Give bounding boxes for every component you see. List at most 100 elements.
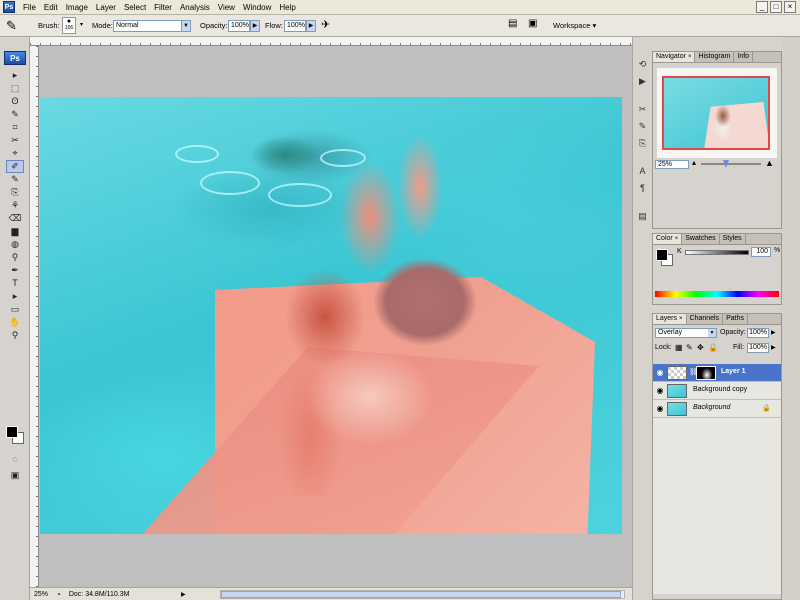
layer-mask-thumbnail[interactable] [696, 366, 716, 380]
menu-window[interactable]: Window [239, 0, 275, 15]
brush-tool-icon[interactable]: ✎ [6, 18, 22, 34]
layer-row-layer-1[interactable]: ◉ ⛓ Layer 1 [653, 364, 781, 382]
tab-layers[interactable]: Layers × [653, 314, 687, 324]
go-to-bridge-icon[interactable]: ▣ [528, 18, 537, 29]
menu-analysis[interactable]: Analysis [176, 0, 214, 15]
navigator-preview[interactable] [657, 68, 777, 158]
opacity-slider-arrow[interactable]: ▶ [250, 20, 260, 32]
tab-histogram[interactable]: Histogram [695, 52, 735, 62]
crop-tool-icon[interactable]: ⌗ [6, 121, 24, 134]
art-history-tool-icon[interactable]: ⚘ [6, 199, 24, 212]
zoom-in-icon[interactable]: ▲ [765, 158, 774, 168]
healing-tool-icon[interactable]: ⌖ [6, 147, 24, 160]
menu-view[interactable]: View [214, 0, 239, 15]
navigator-zoom-slider[interactable] [701, 163, 761, 165]
close-icon[interactable]: × [679, 316, 683, 322]
lock-transparency-icon[interactable]: ▦ [675, 343, 683, 352]
tab-color[interactable]: Color × [653, 234, 683, 244]
layer-name[interactable]: Background [693, 404, 730, 411]
menu-help[interactable]: Help [275, 0, 299, 15]
pen-tool-icon[interactable]: ✒ [6, 264, 24, 277]
image-canvas[interactable] [40, 97, 622, 534]
move-tool-icon[interactable]: ▸ [6, 69, 24, 82]
layer-comps-icon[interactable]: ▤ [636, 209, 650, 223]
type-tool-icon[interactable]: T [6, 277, 24, 290]
clone-source-icon[interactable]: ⎘ [636, 136, 650, 150]
dodge-tool-icon[interactable]: ⚲ [6, 251, 24, 264]
visibility-eye-icon[interactable]: ◉ [655, 368, 665, 378]
close-button[interactable]: × [784, 1, 796, 13]
ruler-vertical[interactable] [30, 46, 39, 587]
foreground-color-swatch[interactable] [6, 426, 18, 438]
marquee-tool-icon[interactable]: ⬚ [6, 82, 24, 95]
horizontal-scrollbar[interactable] [220, 590, 625, 599]
lock-pixels-icon[interactable]: ✎ [686, 343, 693, 352]
shape-tool-icon[interactable]: ▭ [6, 303, 24, 316]
slice-tool-icon[interactable]: ✂ [6, 134, 24, 147]
blur-tool-icon[interactable]: ◍ [6, 238, 24, 251]
color-foreground-swatch[interactable] [656, 249, 668, 261]
flow-field[interactable]: 100% [284, 20, 306, 32]
color-spectrum-ramp[interactable] [655, 291, 779, 297]
flow-slider-arrow[interactable]: ▶ [306, 20, 316, 32]
menu-layer[interactable]: Layer [92, 0, 120, 15]
opacity-field[interactable]: 100% [228, 20, 250, 32]
quick-mask-icon[interactable]: ◌ [6, 453, 24, 466]
brush-preset-picker[interactable]: ● 106 [62, 17, 76, 34]
history-brush-tool-icon[interactable]: ⎘ [6, 186, 24, 199]
menu-filter[interactable]: Filter [150, 0, 176, 15]
brush-tool-icon[interactable]: ✐ [6, 160, 24, 173]
layer-thumbnail[interactable] [667, 384, 687, 398]
layer-row-background[interactable]: ◉ Background 🔒 [653, 400, 781, 418]
navigator-zoom-field[interactable]: 25% [655, 160, 689, 169]
history-panel-icon[interactable]: ⟲ [636, 57, 650, 71]
quick-select-tool-icon[interactable]: ✎ [6, 108, 24, 121]
tab-swatches[interactable]: Swatches [682, 234, 720, 244]
close-icon[interactable]: × [688, 54, 692, 60]
actions-panel-icon[interactable]: ▶ [636, 74, 650, 88]
zoom-tool-icon[interactable]: ⚲ [6, 329, 24, 342]
screen-mode-icon[interactable]: ▣ [6, 469, 24, 482]
layer-thumbnail[interactable] [667, 402, 687, 416]
ruler-horizontal[interactable] [30, 37, 632, 46]
layer-thumbnail[interactable] [667, 366, 687, 380]
k-slider[interactable] [685, 250, 749, 255]
ps-logo[interactable]: Ps [4, 51, 26, 65]
tab-paths[interactable]: Paths [723, 314, 749, 324]
close-icon[interactable]: × [675, 236, 679, 242]
mode-select[interactable]: Normal ▼ [113, 20, 191, 32]
tab-navigator[interactable]: Navigator × [653, 52, 696, 62]
zoom-out-icon[interactable]: ▴ [692, 158, 696, 167]
brushes-icon[interactable]: ✎ [636, 119, 650, 133]
zoom-level[interactable]: 25% [30, 591, 52, 598]
workspace-menu[interactable]: Workspace ▾ [553, 21, 596, 30]
layer-name[interactable]: Layer 1 [721, 368, 746, 375]
minimize-button[interactable]: _ [756, 1, 768, 13]
blend-mode-select[interactable]: Overlay ▼ [655, 328, 717, 338]
menu-file[interactable]: File [19, 0, 40, 15]
tab-styles[interactable]: Styles [720, 234, 746, 244]
fill-field[interactable]: 100% [747, 343, 769, 353]
lock-position-icon[interactable]: ✥ [697, 343, 704, 352]
paragraph-icon[interactable]: ¶ [636, 181, 650, 195]
layer-opacity-field[interactable]: 100% [747, 328, 769, 338]
scrollbar-thumb[interactable] [221, 591, 621, 598]
visibility-eye-icon[interactable]: ◉ [655, 404, 665, 414]
visibility-eye-icon[interactable]: ◉ [655, 386, 665, 396]
menu-edit[interactable]: Edit [40, 0, 62, 15]
status-icon[interactable]: ◔ [52, 590, 65, 599]
path-select-tool-icon[interactable]: ▸ [6, 290, 24, 303]
status-menu-arrow-icon[interactable]: ▶ [177, 591, 190, 598]
opacity-arrow-icon[interactable]: ▶ [771, 329, 776, 336]
hand-tool-icon[interactable]: ✋ [6, 316, 24, 329]
navigator-thumbnail[interactable] [662, 76, 770, 150]
character-icon[interactable]: A [636, 164, 650, 178]
tab-info[interactable]: Info [734, 52, 754, 62]
maximize-button[interactable]: □ [770, 1, 782, 13]
brushes-palette-icon[interactable]: ▤ [508, 18, 517, 29]
tool-presets-icon[interactable]: ✂ [636, 102, 650, 116]
stamp-tool-icon[interactable]: ✎ [6, 173, 24, 186]
k-value-field[interactable]: 100 [751, 247, 771, 257]
fill-arrow-icon[interactable]: ▶ [771, 344, 776, 351]
layer-name[interactable]: Background copy [693, 386, 747, 393]
